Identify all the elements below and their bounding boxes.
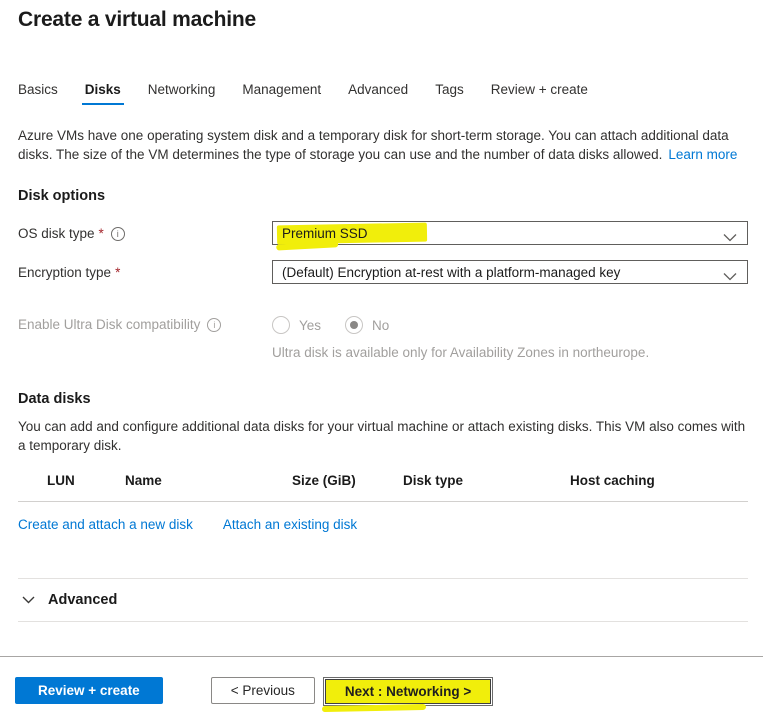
required-asterisk: * <box>99 226 104 241</box>
next-networking-button[interactable]: Next : Networking > <box>323 677 493 706</box>
chevron-down-icon <box>22 592 35 608</box>
chevron-down-icon <box>723 230 737 245</box>
info-icon[interactable]: i <box>111 227 125 241</box>
os-disk-type-label: OS disk type * i <box>18 221 272 241</box>
disk-options-form: OS disk type * i Premium SSD Encryption … <box>18 221 748 360</box>
ultra-disk-radio-group: Yes No <box>272 312 649 334</box>
intro-description: Azure VMs have one operating system disk… <box>18 128 729 162</box>
advanced-label: Advanced <box>48 592 117 608</box>
os-disk-type-select[interactable]: Premium SSD <box>272 221 748 245</box>
attach-existing-disk-link[interactable]: Attach an existing disk <box>223 517 357 532</box>
radio-yes-circle[interactable] <box>272 316 290 334</box>
tab-basics[interactable]: Basics <box>18 82 58 105</box>
disk-links: Create and attach a new disk Attach an e… <box>18 517 748 532</box>
radio-no-circle[interactable] <box>345 316 363 334</box>
chevron-down-icon <box>723 269 737 284</box>
ultra-disk-row: Enable Ultra Disk compatibility i Yes No… <box>18 312 748 360</box>
section-divider <box>18 621 748 622</box>
page-title: Create a virtual machine <box>18 8 748 32</box>
os-disk-type-row: OS disk type * i Premium SSD <box>18 221 748 245</box>
radio-no[interactable]: No <box>345 316 389 334</box>
radio-yes[interactable]: Yes <box>272 316 321 334</box>
os-disk-type-value: Premium SSD <box>282 226 368 241</box>
column-header-disk-type: Disk type <box>403 473 570 488</box>
ultra-disk-label-text: Enable Ultra Disk compatibility <box>18 317 200 332</box>
column-header-host-caching: Host caching <box>570 473 748 488</box>
disk-options-heading: Disk options <box>18 188 748 204</box>
encryption-type-value: (Default) Encryption at-rest with a plat… <box>282 265 620 280</box>
page-content: Create a virtual machine Basics Disks Ne… <box>0 0 763 622</box>
encryption-type-label: Encryption type * <box>18 260 272 280</box>
tab-disks[interactable]: Disks <box>85 82 121 105</box>
data-disks-heading: Data disks <box>18 391 748 407</box>
column-header-size: Size (GiB) <box>292 473 403 488</box>
tab-review-create[interactable]: Review + create <box>491 82 588 105</box>
advanced-expander[interactable]: Advanced <box>18 579 748 621</box>
create-attach-disk-link[interactable]: Create and attach a new disk <box>18 517 193 532</box>
required-asterisk: * <box>115 265 120 280</box>
intro-text: Azure VMs have one operating system disk… <box>18 126 748 164</box>
previous-button[interactable]: < Previous <box>211 677 315 704</box>
ultra-disk-label: Enable Ultra Disk compatibility i <box>18 312 272 332</box>
radio-no-label: No <box>372 318 389 333</box>
tab-management[interactable]: Management <box>242 82 321 105</box>
footer-bar: Review + create < Previous Next : Networ… <box>0 656 763 723</box>
data-disks-table-header: LUN Name Size (GiB) Disk type Host cachi… <box>18 473 748 502</box>
tab-advanced[interactable]: Advanced <box>348 82 408 105</box>
data-disks-description: You can add and configure additional dat… <box>18 417 748 455</box>
column-header-lun: LUN <box>47 473 125 488</box>
tab-networking[interactable]: Networking <box>148 82 216 105</box>
encryption-type-row: Encryption type * (Default) Encryption a… <box>18 260 748 284</box>
learn-more-link[interactable]: Learn more <box>668 147 737 162</box>
ultra-disk-control: Yes No Ultra disk is available only for … <box>272 312 649 360</box>
column-header-name: Name <box>125 473 292 488</box>
os-disk-type-label-text: OS disk type <box>18 226 95 241</box>
info-icon[interactable]: i <box>207 318 221 332</box>
tab-tags[interactable]: Tags <box>435 82 464 105</box>
radio-yes-label: Yes <box>299 318 321 333</box>
encryption-type-label-text: Encryption type <box>18 265 111 280</box>
ultra-disk-note: Ultra disk is available only for Availab… <box>272 345 649 360</box>
encryption-type-select[interactable]: (Default) Encryption at-rest with a plat… <box>272 260 748 284</box>
wizard-tabs: Basics Disks Networking Management Advan… <box>18 82 748 105</box>
review-create-button[interactable]: Review + create <box>15 677 163 704</box>
